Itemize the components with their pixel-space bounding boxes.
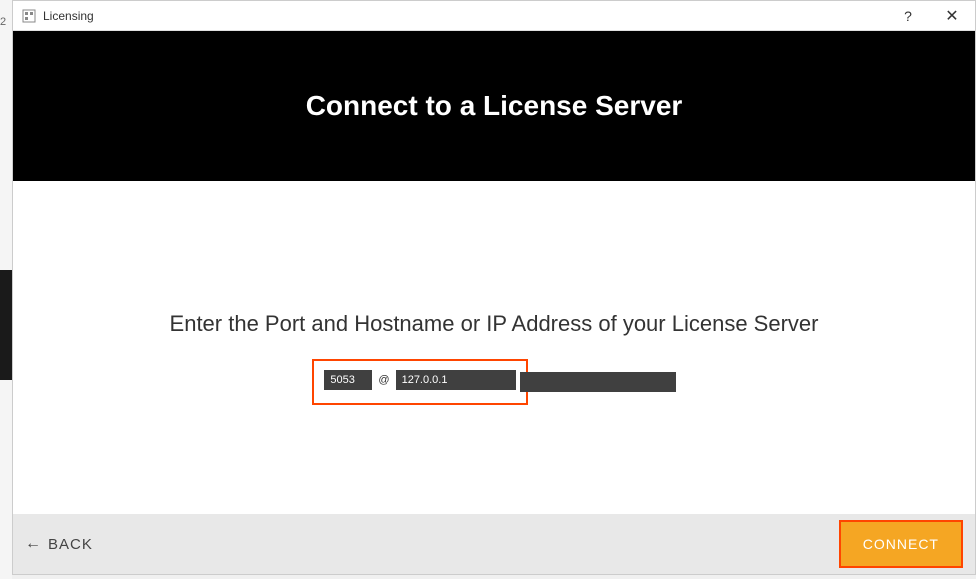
- connect-button[interactable]: CONNECT: [839, 520, 963, 568]
- back-arrow-icon: ←: [25, 535, 42, 553]
- titlebar: Licensing ? ✕: [13, 1, 975, 31]
- at-separator: @: [378, 374, 389, 386]
- background-dark-edge: [0, 270, 12, 380]
- footer: ← BACK CONNECT: [13, 514, 975, 574]
- back-label: BACK: [48, 536, 93, 553]
- main-content: Enter the Port and Hostname or IP Addres…: [13, 181, 975, 514]
- close-button[interactable]: ✕: [937, 6, 967, 26]
- help-button[interactable]: ?: [893, 8, 923, 24]
- titlebar-controls: ? ✕: [893, 6, 967, 26]
- banner-title: Connect to a License Server: [306, 90, 683, 122]
- banner: Connect to a License Server: [13, 31, 975, 181]
- app-icon: [21, 8, 37, 24]
- window-title: Licensing: [43, 9, 893, 23]
- hostname-input-extension[interactable]: [520, 372, 676, 392]
- input-highlight-box: @: [312, 359, 527, 405]
- hostname-input[interactable]: [396, 370, 516, 390]
- port-input[interactable]: [324, 370, 372, 390]
- background-partial-text: 2: [0, 16, 6, 28]
- licensing-dialog: Licensing ? ✕ Connect to a License Serve…: [12, 0, 976, 575]
- instruction-text: Enter the Port and Hostname or IP Addres…: [170, 311, 819, 337]
- back-button[interactable]: ← BACK: [25, 535, 93, 553]
- input-row: @: [312, 359, 675, 405]
